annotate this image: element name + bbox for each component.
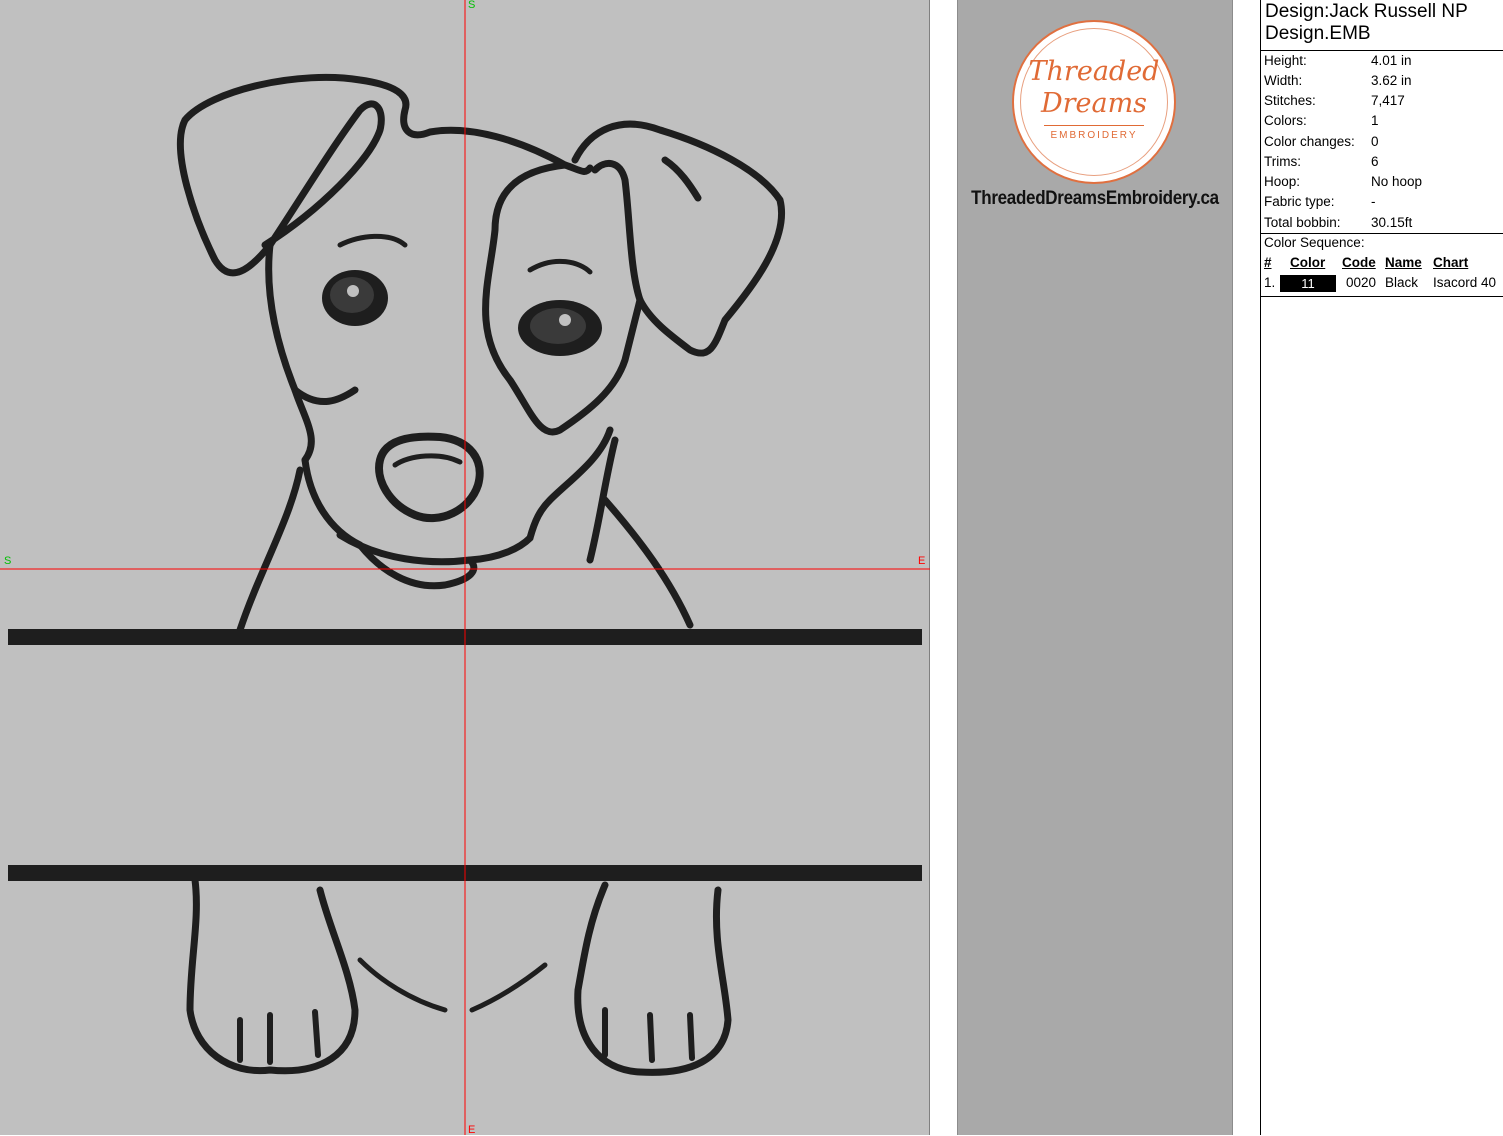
color-sequence-label: Color Sequence: [1264,235,1365,250]
column-header-color: Color [1290,255,1326,270]
design-title: Design:Jack Russell NP Design.EMB [1265,1,1468,45]
color-row-chart: Isacord 40 [1433,275,1497,290]
column-header-name: Name [1385,255,1422,270]
logo-text-dreams: Dreams [1040,88,1148,119]
stat-label: Color changes: [1264,134,1355,149]
stat-value: 7,417 [1371,93,1405,108]
left-eye-highlight [347,285,359,297]
column-header-code: Code [1342,255,1376,270]
stat-label: Trims: [1264,154,1301,169]
design-canvas[interactable]: S S E E [0,0,930,1136]
bottom-end-marker: E [468,1124,476,1136]
stat-value: - [1371,194,1376,209]
panel-gap-2 [1233,0,1260,1135]
stat-label: Hoop: [1264,174,1301,189]
logo-text-embroidery: EMBROIDERY [1050,130,1138,141]
logo-text-threaded: Threaded [1028,56,1160,87]
stat-value: 30.15ft [1371,215,1413,230]
stat-label: Height: [1264,53,1307,68]
panel-gap [930,0,957,1135]
stat-label: Stitches: [1264,93,1316,108]
stat-value: No hoop [1371,174,1423,189]
stat-label: Total bobbin: [1264,215,1341,230]
dog-outline [176,73,785,1076]
brand-website: ThreadedDreamsEmbroidery.ca [971,186,1219,209]
design-title-line2: Design.EMB [1265,23,1371,44]
stat-label: Fabric type: [1264,194,1335,209]
brand-logo: Threaded Dreams EMBROIDERY [1012,20,1176,184]
left-nostril [393,479,417,497]
right-end-marker: E [918,555,926,567]
right-eye-inner [530,308,586,344]
color-swatch: 11 [1280,275,1336,292]
stat-value: 1 [1371,113,1379,128]
embroidery-design [0,0,930,1135]
color-row-code: 0020 [1346,275,1377,290]
design-info-panel: Design:Jack Russell NP Design.EMB Height… [1260,0,1503,1135]
right-nostril [438,481,462,499]
color-row-name: Black [1385,275,1419,290]
left-start-marker: S [4,555,12,567]
stat-value: 0 [1371,134,1379,149]
logo-divider [1044,125,1144,126]
stat-label: Colors: [1264,113,1307,128]
stat-value: 4.01 in [1371,53,1412,68]
color-row-num: 1. [1264,275,1276,290]
logo-panel: Threaded Dreams EMBROIDERY ThreadedDream… [957,0,1233,1135]
right-eye-highlight [559,314,571,326]
stat-value: 3.62 in [1371,73,1412,88]
design-title-line1: Design:Jack Russell NP [1265,1,1468,22]
column-header-chart: Chart [1433,255,1469,270]
color-table-divider [1261,296,1503,297]
column-header-num: # [1264,255,1272,270]
stat-label: Width: [1264,73,1303,88]
top-start-marker: S [468,0,476,11]
stat-value: 6 [1371,154,1379,169]
